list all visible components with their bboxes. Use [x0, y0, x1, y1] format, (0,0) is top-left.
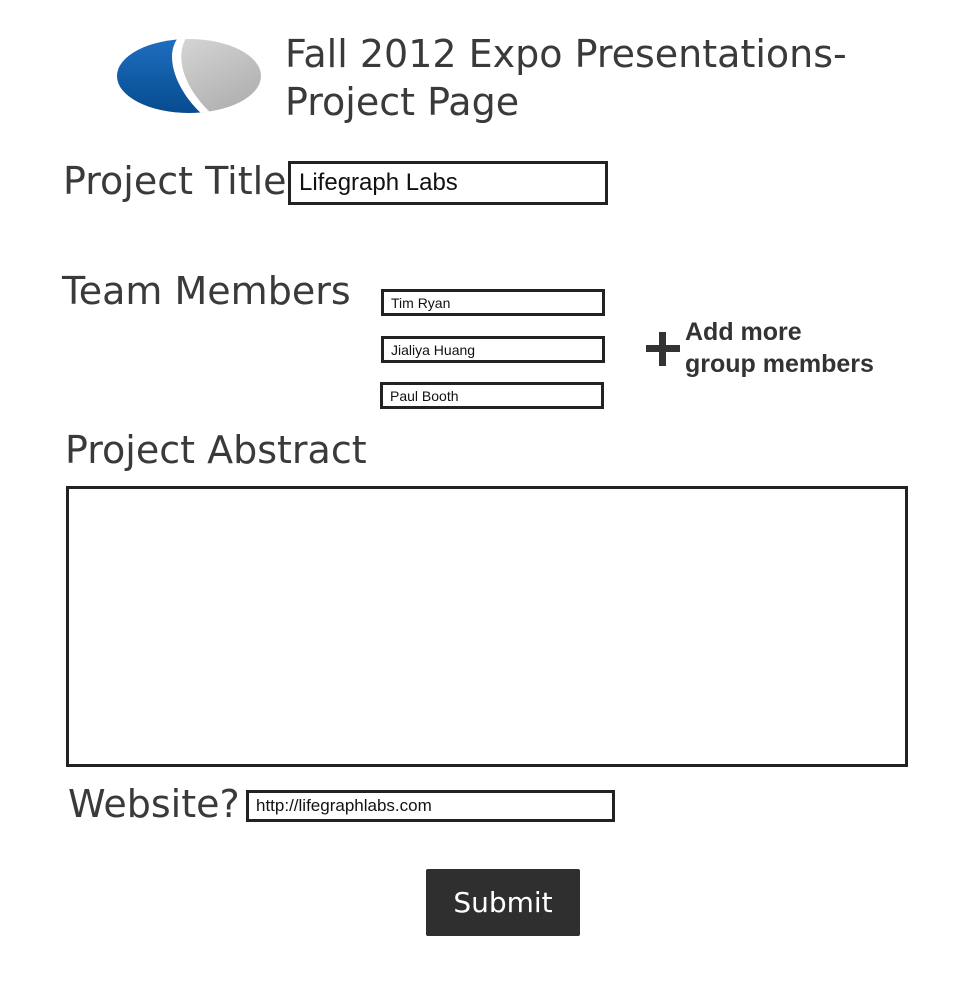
add-group-members-label: Add more group members [685, 316, 905, 380]
team-member-input-3[interactable] [380, 382, 604, 409]
plus-icon[interactable] [644, 330, 680, 366]
website-input[interactable] [246, 790, 615, 822]
page-title: Fall 2012 Expo Presentations- Project Pa… [285, 30, 885, 126]
project-title-label: Project Title [63, 159, 287, 203]
add-group-members-line1: Add more [685, 318, 802, 346]
add-group-members-button[interactable]: Add more group members [644, 316, 904, 382]
project-abstract-textarea[interactable] [66, 486, 908, 767]
add-group-members-line2: group members [685, 350, 874, 378]
website-label: Website? [68, 782, 240, 826]
team-member-input-2[interactable] [381, 336, 605, 363]
logo-icon [117, 39, 261, 113]
project-title-input[interactable] [288, 161, 608, 205]
team-member-input-1[interactable] [381, 289, 605, 316]
team-members-label: Team Members [62, 269, 351, 313]
project-abstract-label: Project Abstract [65, 428, 367, 472]
page-title-line1: Fall 2012 Expo Presentations- [285, 32, 847, 76]
page-title-line2: Project Page [285, 80, 520, 124]
submit-button[interactable]: Submit [426, 869, 580, 936]
